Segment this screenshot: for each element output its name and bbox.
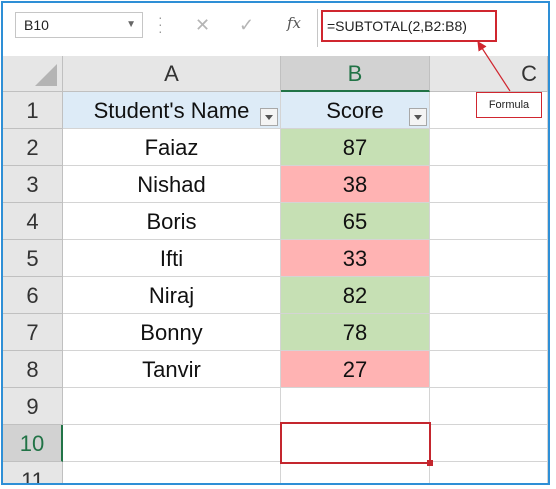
fill-handle[interactable] xyxy=(427,460,433,466)
score-cell[interactable]: 65 xyxy=(281,203,430,240)
row-header-9[interactable]: 9 xyxy=(3,388,63,425)
cell-empty[interactable] xyxy=(63,462,281,483)
cell-empty[interactable] xyxy=(430,314,548,351)
row-header-2[interactable]: 2 xyxy=(3,129,63,166)
score-cell[interactable]: 82 xyxy=(281,277,430,314)
cell-empty[interactable] xyxy=(430,166,548,203)
student-name-cell[interactable]: Bonny xyxy=(63,314,281,351)
cell-empty[interactable] xyxy=(63,425,281,462)
cell-empty[interactable] xyxy=(430,351,548,388)
row-header-6[interactable]: 6 xyxy=(3,277,63,314)
row-header-10[interactable]: 10 xyxy=(3,425,63,462)
student-name-cell[interactable]: Ifti xyxy=(63,240,281,277)
cell-empty[interactable] xyxy=(430,129,548,166)
cell-empty[interactable] xyxy=(281,388,430,425)
row-header-11[interactable]: 11 xyxy=(3,462,63,483)
spreadsheet-window: B10 ▼ · · · ✕ ✓ fx =SUBTOTAL(2,B2:B8) A B … xyxy=(1,1,550,485)
student-name-cell[interactable]: Boris xyxy=(63,203,281,240)
score-cell[interactable]: 78 xyxy=(281,314,430,351)
student-name-cell[interactable]: Niraj xyxy=(63,277,281,314)
annotation-arrow xyxy=(477,40,511,92)
score-cell[interactable]: 87 xyxy=(281,129,430,166)
active-cell-highlight xyxy=(280,422,431,464)
row-header-4[interactable]: 4 xyxy=(3,203,63,240)
student-name-cell[interactable]: Tanvir xyxy=(63,351,281,388)
formula-annotation-label: Formula xyxy=(476,92,542,118)
row-header-8[interactable]: 8 xyxy=(3,351,63,388)
student-name-cell[interactable]: Faiaz xyxy=(63,129,281,166)
row-header-7[interactable]: 7 xyxy=(3,314,63,351)
cell-empty[interactable] xyxy=(430,203,548,240)
cell-empty[interactable] xyxy=(281,462,430,483)
score-cell[interactable]: 27 xyxy=(281,351,430,388)
student-name-cell[interactable]: Nishad xyxy=(63,166,281,203)
row-header-3[interactable]: 3 xyxy=(3,166,63,203)
cell-empty[interactable] xyxy=(430,425,548,462)
cell-empty[interactable] xyxy=(430,462,548,483)
score-cell[interactable]: 33 xyxy=(281,240,430,277)
cell-empty[interactable] xyxy=(430,240,548,277)
cell-empty[interactable] xyxy=(63,388,281,425)
cell-empty[interactable] xyxy=(430,277,548,314)
score-cell[interactable]: 38 xyxy=(281,166,430,203)
row-header-5[interactable]: 5 xyxy=(3,240,63,277)
cell-empty[interactable] xyxy=(430,388,548,425)
